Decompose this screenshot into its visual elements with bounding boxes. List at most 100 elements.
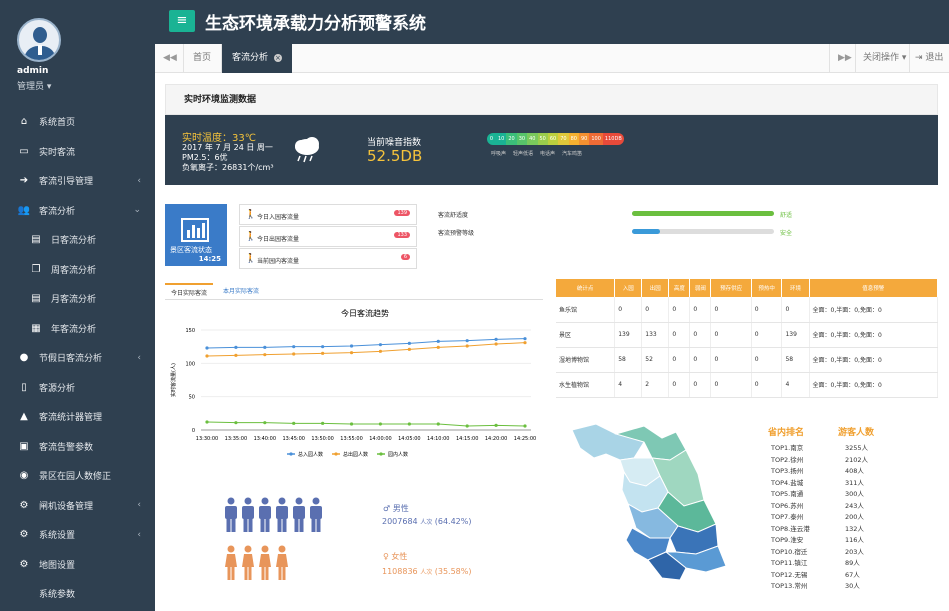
status-row: 🚶 今日入园客流量 139 — [239, 204, 417, 225]
tab-month-flow[interactable]: 本月实际客流 — [217, 283, 265, 300]
sidebar-item-label: 周客流分析 — [51, 265, 97, 276]
sidebar-item-label: 地图设置 — [39, 560, 76, 571]
ranking-count: 3255人 — [845, 444, 869, 452]
table-cell: 133 — [641, 322, 670, 348]
blank-icon — [18, 588, 30, 600]
ranking-row: TOP6.苏州 243人 — [771, 500, 883, 512]
table-cell: 0 — [751, 322, 783, 348]
sidebar-item-6[interactable]: ▤ 月客流分析 — [0, 284, 155, 314]
tab-today-flow[interactable]: 今日实际客流 — [165, 283, 214, 300]
exit-label: 退出 — [925, 53, 944, 63]
x-tick-label: 13:30:00 — [196, 436, 218, 442]
data-point — [494, 337, 498, 341]
cogs-icon: ⚙ — [19, 558, 29, 570]
close-operations-dropdown[interactable]: 关闭操作 ▾ — [863, 44, 906, 73]
table-header: 预热中 — [751, 279, 783, 297]
monitor-icon: ▭ — [19, 145, 29, 157]
weather-panel: 实时温度：33℃ 2017 年 7 月 24 日 周一 PM2.5：6优 负氧离… — [165, 115, 938, 185]
legend-label[interactable]: 总出园人数 — [343, 451, 368, 458]
female-stat: 1108836 人次 (35.58%) — [382, 567, 472, 576]
table-cell: 0 — [710, 322, 752, 348]
sidebar-item-8[interactable]: ● 节假日客流分析 ‹ — [0, 343, 155, 373]
legend-label[interactable]: 总入园人数 — [298, 451, 323, 458]
data-point — [321, 421, 325, 425]
table-row: 景区 139 133 0 0 0 0 139 全面：0,半面：0,免面：0 — [556, 322, 939, 348]
sidebar-item-4[interactable]: ▤ 日客流分析 — [0, 225, 155, 255]
app-title: 生态环境承载力分析预警系统 — [205, 14, 426, 34]
bell-icon: ▲ — [20, 411, 28, 423]
table-cell: 139 — [781, 322, 810, 348]
sidebar-item-10[interactable]: ▲ 客流统计器管理 — [0, 402, 155, 432]
sidebar-item-13[interactable]: ⚙ 闸机设备管理 ‹ — [0, 491, 155, 521]
sidebar-item-16[interactable]: 系统参数 — [0, 579, 155, 609]
menu-toggle-button[interactable]: ≡ — [169, 10, 195, 32]
x-tick-label: 14:20:00 — [485, 436, 507, 442]
noise-scale-step: 20 — [506, 133, 517, 145]
sidebar-item-1[interactable]: ▭ 实时客流 — [0, 137, 155, 167]
sidebar-item-label: 系统设置 — [39, 531, 76, 542]
ranking-count: 30人 — [845, 582, 860, 590]
signout-icon: ⇥ — [915, 53, 923, 63]
data-point — [234, 345, 238, 349]
status-time: 14:25 — [198, 255, 221, 263]
status-card: 景区客流状态 14:25 — [165, 204, 227, 266]
data-point — [523, 337, 527, 341]
bar-chart-icon — [181, 218, 209, 242]
user-icon: ● — [19, 352, 29, 364]
sidebar-item-3[interactable]: 👥 客流分析 ⌄ — [0, 196, 155, 226]
noise-scale-step: 0 — [487, 133, 496, 145]
table-cell: 0 — [668, 347, 691, 373]
ranking-row: TOP13.常州 30人 — [771, 580, 883, 592]
x-tick-label: 14:00:00 — [369, 436, 391, 442]
comfort-bar — [632, 211, 774, 216]
sidebar-item-5[interactable]: ❐ 周客流分析 — [0, 255, 155, 285]
avatar[interactable] — [17, 18, 61, 62]
table-header: 弱阀 — [689, 279, 712, 297]
table-header: 入园 — [614, 279, 643, 297]
noise-scale-step: 10 — [496, 133, 507, 145]
table-header: 高度 — [668, 279, 691, 297]
sidebar-item-14[interactable]: ⚙ 系统设置 ‹ — [0, 520, 155, 550]
tab-scroll-right-icon[interactable]: ▶▶ — [838, 44, 852, 73]
sidebar-item-0[interactable]: ⌂ 系统首页 — [0, 107, 155, 137]
table-cell: 0 — [710, 372, 752, 398]
table-cell: 0 — [751, 347, 783, 373]
rain-cloud-icon — [295, 137, 319, 163]
ranking-row: TOP4.盐城 311人 — [771, 477, 883, 489]
female-pct: (35.58%) — [434, 567, 472, 576]
table-cell: 0 — [781, 297, 810, 323]
data-point — [465, 339, 469, 343]
data-point — [205, 354, 209, 358]
tab-home[interactable]: 首页 — [193, 44, 211, 73]
sidebar-item-9[interactable]: ▯ 客源分析 — [0, 373, 155, 403]
sidebar-item-2[interactable]: ➔ 客流引导管理 ‹ — [0, 166, 155, 196]
visitor-col-title: 游客人数 — [838, 428, 875, 438]
close-icon[interactable]: × — [273, 54, 282, 62]
status-badge: 6 — [400, 254, 410, 260]
sidebar-item-15[interactable]: ⚙ 地图设置 — [0, 550, 155, 580]
tab-scroll-left-icon[interactable]: ◀◀ — [163, 44, 177, 73]
province-map[interactable] — [566, 420, 746, 585]
chevron-icon: ‹ — [137, 529, 141, 540]
exit-button[interactable]: ⇥ 退出 — [915, 44, 943, 73]
legend-label[interactable]: 园内人数 — [388, 451, 408, 458]
data-point — [349, 351, 354, 355]
table-cell: 0 — [614, 297, 643, 323]
signin-icon: ➔ — [19, 175, 29, 187]
ranking-row: TOP3.扬州 408人 — [771, 465, 883, 477]
data-point — [292, 345, 296, 349]
warning-label: 客流预警等级 — [438, 230, 475, 237]
cogs-icon: ⚙ — [19, 529, 29, 541]
sidebar-item-7[interactable]: ▦ 年客流分析 — [0, 314, 155, 344]
tab-active[interactable]: 客流分析 × — [222, 44, 292, 73]
ranking-count: 311人 — [845, 478, 864, 487]
user-role-dropdown[interactable]: 管理员 ▾ — [17, 79, 51, 92]
male-person-icon — [293, 497, 305, 532]
warning-bar-fill — [632, 229, 661, 234]
ranking-city: TOP11.镇江 — [771, 559, 808, 567]
sidebar-item-12[interactable]: ◉ 景区在园人数修正 — [0, 461, 155, 491]
sidebar-item-11[interactable]: ▣ 客流告警参数 — [0, 432, 155, 462]
y-tick-label: 150 — [185, 328, 195, 334]
files-icon: ❐ — [31, 263, 41, 275]
chart-title: 今日客流趋势 — [341, 308, 389, 318]
